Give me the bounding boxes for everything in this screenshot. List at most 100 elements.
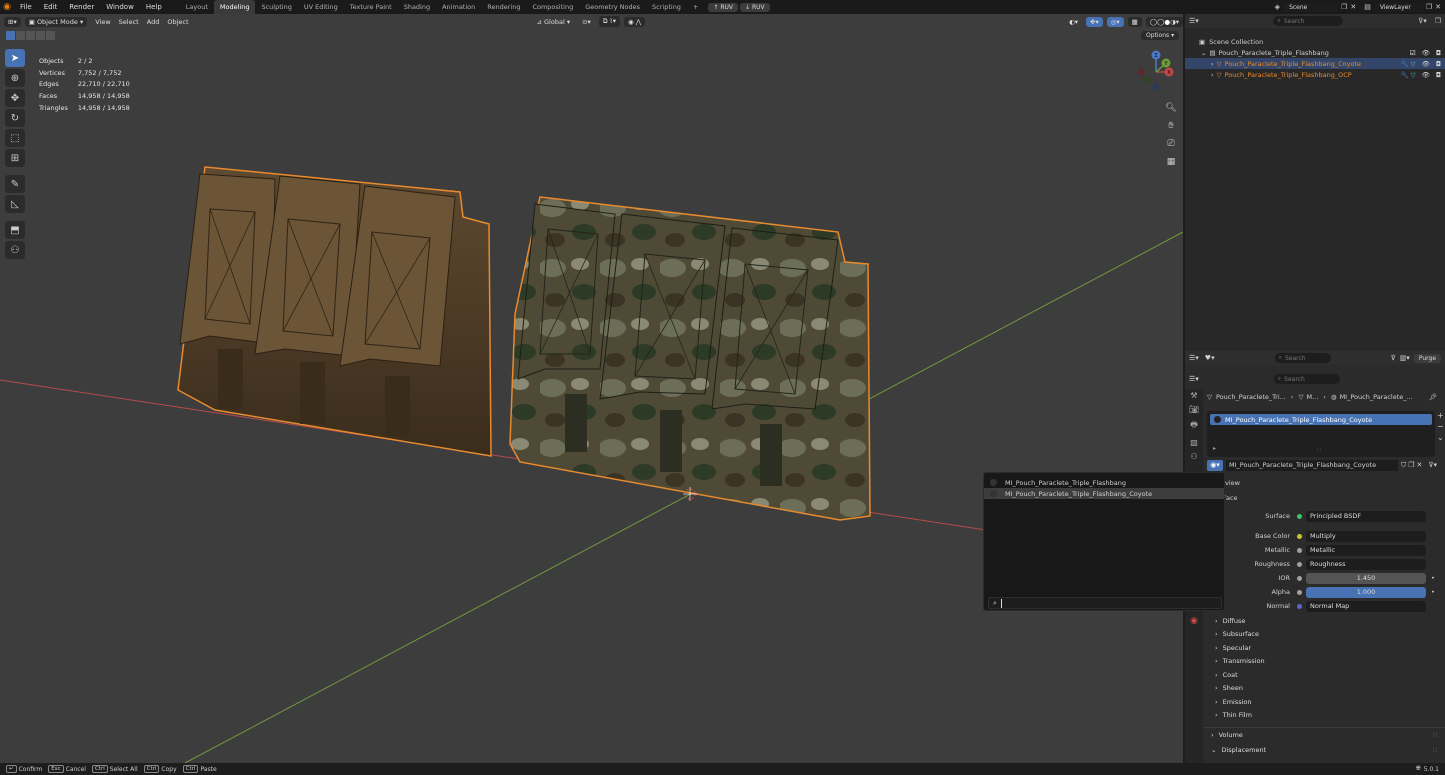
add-slot-icon[interactable]: +	[1437, 411, 1445, 420]
property-value-field[interactable]: 1.450	[1306, 572, 1426, 584]
camera-render-icon[interactable]: ◘	[1436, 71, 1441, 79]
tab-animation[interactable]: Animation	[436, 0, 481, 14]
snap-icon[interactable]: ⧉ ⌇▾	[598, 16, 620, 27]
filter-icon[interactable]: ⊽	[1391, 354, 1396, 362]
unlink-icon[interactable]: ✕	[1416, 461, 1422, 469]
tab-uv-editing[interactable]: UV Editing	[298, 0, 344, 14]
parent-object-row[interactable]: ⌄ ▤ Pouch_Paraclete_Triple_Flashbang ☑ 👁…	[1185, 47, 1445, 58]
popup-search-input[interactable]: ⌕	[988, 597, 1222, 609]
shading-modes[interactable]: ◯◯●◑▾	[1145, 16, 1183, 27]
zoom-icon[interactable]: 🔍︎	[1163, 100, 1179, 115]
new-collection-icon[interactable]: ❐	[1435, 17, 1441, 25]
socket-dot-icon[interactable]	[1297, 575, 1302, 581]
eye-icon[interactable]: 👁︎	[1422, 49, 1430, 57]
transform-tool-icon[interactable]: ⊞	[5, 149, 25, 167]
socket-dot-icon[interactable]	[1297, 513, 1302, 519]
tab-sculpting[interactable]: Sculpting	[255, 0, 297, 14]
editor-type-icon[interactable]: ☰▾	[1189, 354, 1199, 362]
menu-file[interactable]: File	[14, 0, 38, 14]
select-mode-buttons[interactable]	[6, 31, 55, 40]
menu-object[interactable]: Object	[167, 18, 188, 26]
subsection-thin-film[interactable]: › Thin Film	[1185, 709, 1445, 723]
ruv-button-1[interactable]: ↑ RUV	[708, 2, 738, 12]
tab-layout[interactable]: Layout	[180, 0, 214, 14]
subsection-sheen[interactable]: › Sheen	[1185, 682, 1445, 696]
gizmo-toggle-icon[interactable]: ✥▾	[1086, 16, 1103, 27]
close-icon[interactable]: ✕	[1350, 3, 1356, 11]
perspective-grid-icon[interactable]: ▦	[1163, 154, 1179, 169]
duplicate-icon[interactable]: ❐	[1408, 461, 1414, 469]
custom-tool-icon[interactable]: ⚇	[5, 241, 25, 259]
subsection-subsurface[interactable]: › Subsurface	[1185, 628, 1445, 642]
subsection-emission[interactable]: › Emission	[1185, 695, 1445, 709]
socket-dot-icon[interactable]	[1297, 533, 1302, 539]
slot-menu-chevron-icon[interactable]: ⌄	[1437, 433, 1445, 442]
chevron-down-icon[interactable]: ⌄	[1201, 49, 1206, 57]
menu-render[interactable]: Render	[63, 0, 100, 14]
editor-type-icon[interactable]: ⊞▾	[4, 16, 21, 27]
property-value-field[interactable]: Roughness	[1306, 558, 1426, 570]
outliner-row-ocp[interactable]: › ▽ Pouch_Paraclete_Triple_Flashbang_OCP…	[1185, 69, 1445, 80]
tab-geometry-nodes[interactable]: Geometry Nodes	[579, 0, 646, 14]
breadcrumb-mesh[interactable]: M...	[1306, 393, 1318, 401]
outliner-search-input[interactable]: ⌕ Search	[1273, 16, 1344, 26]
tab-shading[interactable]: Shading	[398, 0, 436, 14]
mesh-data-icon[interactable]: ▽	[1411, 60, 1416, 68]
measure-tool-icon[interactable]: ◺	[5, 195, 25, 213]
view-layer-tab-icon[interactable]: ▧	[1190, 438, 1198, 447]
close-icon-2[interactable]: ✕	[1435, 3, 1441, 11]
property-value-field[interactable]: Normal Map	[1306, 600, 1426, 612]
pivot-icon[interactable]: ⊙▾	[578, 17, 595, 27]
popup-item-coyote[interactable]: MI_Pouch_Paraclete_Triple_Flashbang_Coyo…	[984, 488, 1224, 499]
subsection-specular[interactable]: › Specular	[1185, 641, 1445, 655]
copy-icon-2[interactable]: ❐	[1426, 3, 1432, 11]
slot-expand-icon[interactable]: ▸	[1213, 445, 1216, 452]
fake-user-shield-icon[interactable]: ⛉	[1401, 461, 1406, 470]
ruv-button-2[interactable]: ↓ RUV	[740, 2, 770, 12]
menu-select[interactable]: Select	[119, 18, 139, 26]
chevron-right-icon[interactable]: ›	[1211, 71, 1214, 79]
scene-icon[interactable]: ◈	[1275, 3, 1280, 11]
popup-item-flashbang[interactable]: MI_Pouch_Paraclete_Triple_Flashbang	[984, 477, 1224, 488]
properties-search-input-2[interactable]: ⌕ Search	[1273, 374, 1340, 384]
blend-file-icon[interactable]: ♥▾	[1205, 354, 1215, 362]
modifier-wrench-icon[interactable]: 🔧︎	[1400, 71, 1408, 79]
pan-hand-icon[interactable]: ✋︎	[1163, 118, 1179, 133]
subsection-transmission[interactable]: › Transmission	[1185, 655, 1445, 669]
view-layer-selector[interactable]: ViewLayer	[1374, 2, 1423, 12]
volume-section[interactable]: › Volume ∷	[1203, 727, 1445, 742]
property-value-field[interactable]: 1.000	[1306, 586, 1426, 598]
material-name-field[interactable]: MI_Pouch_Paraclete_Triple_Flashbang_Coyo…	[1226, 459, 1398, 471]
filter-dropdown-icon[interactable]: ⊽▾	[1428, 461, 1437, 469]
scale-tool-icon[interactable]: ⬚	[5, 129, 25, 147]
socket-dot-icon[interactable]	[1297, 603, 1302, 609]
material-slot-row[interactable]: MI_Pouch_Paraclete_Triple_Flashbang_Coyo…	[1210, 414, 1432, 425]
socket-dot-icon[interactable]	[1297, 589, 1302, 595]
view-layer-icon[interactable]: ▤	[1364, 3, 1371, 11]
select-tool-icon[interactable]: ➤	[5, 49, 25, 67]
pin-icon[interactable]: 📌︎	[1429, 393, 1437, 401]
property-value-field[interactable]: Metallic	[1306, 544, 1426, 556]
modifier-wrench-icon[interactable]: 🔧︎	[1400, 60, 1408, 68]
outliner-row-coyote[interactable]: › ▽ Pouch_Paraclete_Triple_Flashbang_Coy…	[1185, 58, 1445, 69]
visibility-icon[interactable]: ◐▾	[1065, 17, 1082, 27]
proportional-edit-icon[interactable]: ◉ ⋀	[623, 16, 646, 27]
output-tab-icon[interactable]: 🖶︎	[1190, 419, 1198, 433]
subsection-diffuse[interactable]: › Diffuse	[1185, 614, 1445, 628]
tab-compositing[interactable]: Compositing	[526, 0, 579, 14]
breadcrumb-material[interactable]: MI_Pouch_Paraclete_...	[1340, 393, 1413, 401]
subsection-coat[interactable]: › Coat	[1185, 668, 1445, 682]
tab-scripting[interactable]: Scripting	[646, 0, 687, 14]
keyframe-dot-icon[interactable]: •	[1431, 574, 1435, 582]
render-tab-icon[interactable]: 📷︎	[1189, 405, 1199, 414]
overlay-icon[interactable]: ◎▾	[1106, 16, 1124, 27]
menu-edit[interactable]: Edit	[38, 0, 64, 14]
eye-icon[interactable]: 👁︎	[1422, 60, 1430, 68]
tab-rendering[interactable]: Rendering	[481, 0, 526, 14]
socket-dot-icon[interactable]	[1297, 547, 1302, 553]
properties-search-input-1[interactable]: ⌕ Search	[1274, 353, 1331, 363]
property-value-field[interactable]: Multiply	[1306, 530, 1426, 542]
camera-icon[interactable]: ⎚	[1163, 136, 1179, 151]
copy-icon[interactable]: ❐	[1341, 3, 1347, 11]
checkbox-icon[interactable]: ☑	[1410, 49, 1416, 57]
